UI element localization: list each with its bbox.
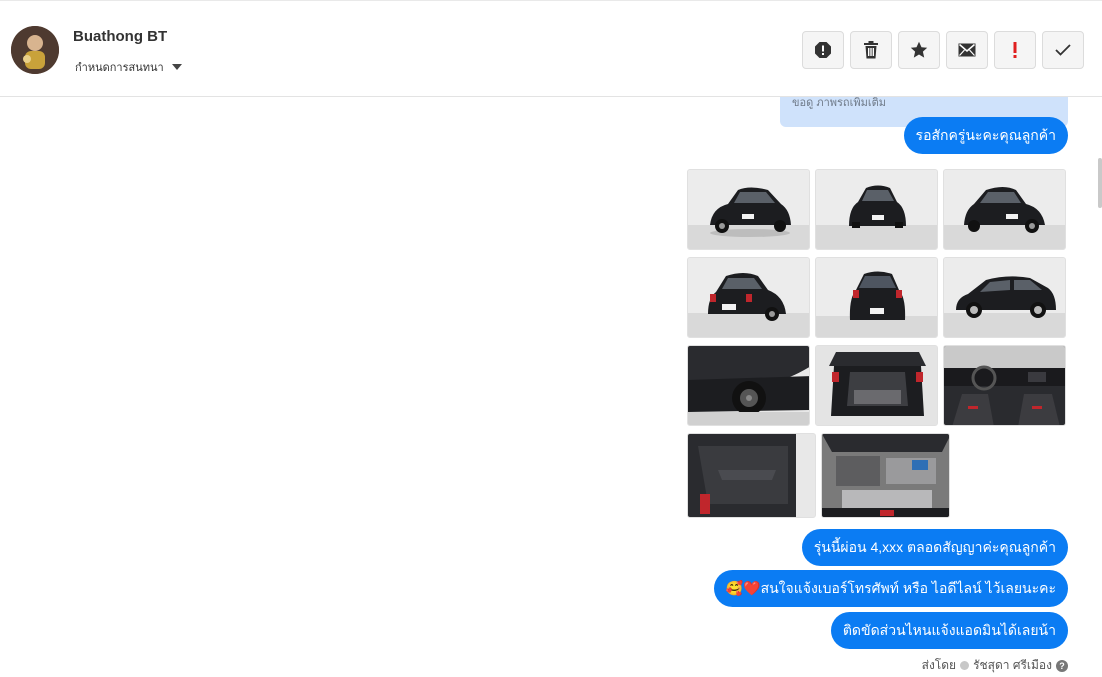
header-actions xyxy=(802,31,1084,69)
car-engine-photo[interactable] xyxy=(821,433,950,518)
conversation-menu[interactable]: กำหนดการสนทนา xyxy=(75,58,182,76)
car-wheel-photo[interactable] xyxy=(687,345,810,426)
caret-down-icon xyxy=(171,64,182,70)
conversation-label: กำหนดการสนทนา xyxy=(75,62,164,74)
delete-button[interactable] xyxy=(850,31,892,69)
message-bubble-wait[interactable]: รอสักครู่นะคะคุณลูกค้า xyxy=(903,117,1068,154)
spam-icon xyxy=(815,42,831,58)
car-trunk-photo[interactable] xyxy=(815,345,938,426)
message-bubble-admin[interactable]: ติดขัดส่วนไหนแจ้งแอดมินได้เลยน้า xyxy=(830,612,1068,649)
car-rear-photo[interactable] xyxy=(815,257,938,338)
exclamation-icon xyxy=(1013,42,1017,58)
car-front-photo[interactable] xyxy=(815,169,938,250)
sent-by-label: ส่งโดย xyxy=(921,658,957,672)
message-bubble-installment[interactable]: รุ่นนี้ผ่อน 4,xxx ตลอดสัญญาค่ะคุณลูกค้า xyxy=(801,529,1068,566)
help-icon[interactable]: ? xyxy=(1056,659,1068,672)
car-front-left-photo[interactable] xyxy=(687,169,810,250)
chat-area: ขอดู ภาพรถเพิ่มเติม รอสักครู่นะคะคุณลูกค… xyxy=(0,97,1102,677)
mark-unread-button[interactable] xyxy=(946,31,988,69)
mark-important-button[interactable] xyxy=(994,31,1036,69)
message-bubble-contact[interactable]: 🥰❤️สนใจแจ้งเบอร์โทรศัพท์ หรือ ไอดีไลน์ ไ… xyxy=(713,570,1068,607)
car-interior-photo[interactable] xyxy=(943,345,1066,426)
contact-name: Buathong BT xyxy=(73,28,168,45)
note-text: ขอดู ภาพรถเพิ่มเติม xyxy=(792,97,886,109)
car-door-panel-photo[interactable] xyxy=(687,433,816,518)
sent-by-info: ส่งโดย รัชสุดา ศรีเมือง ? xyxy=(922,656,1068,675)
car-rear-left-photo[interactable] xyxy=(687,257,810,338)
star-button[interactable] xyxy=(898,31,940,69)
car-side-photo[interactable] xyxy=(943,257,1066,338)
check-icon xyxy=(1055,44,1071,56)
avatar[interactable] xyxy=(11,26,59,74)
trash-icon xyxy=(864,41,878,59)
mail-icon xyxy=(958,43,976,57)
car-front-right-photo[interactable] xyxy=(943,169,1066,250)
mark-spam-button[interactable] xyxy=(802,31,844,69)
verified-icon xyxy=(960,661,970,670)
conversation-header: Buathong BT กำหนดการสนทนา xyxy=(0,0,1102,97)
scrollbar[interactable] xyxy=(1098,158,1102,208)
mark-done-button[interactable] xyxy=(1042,31,1084,69)
sender-name: รัชสุดา ศรีเมือง xyxy=(973,658,1052,672)
star-icon xyxy=(910,41,928,58)
